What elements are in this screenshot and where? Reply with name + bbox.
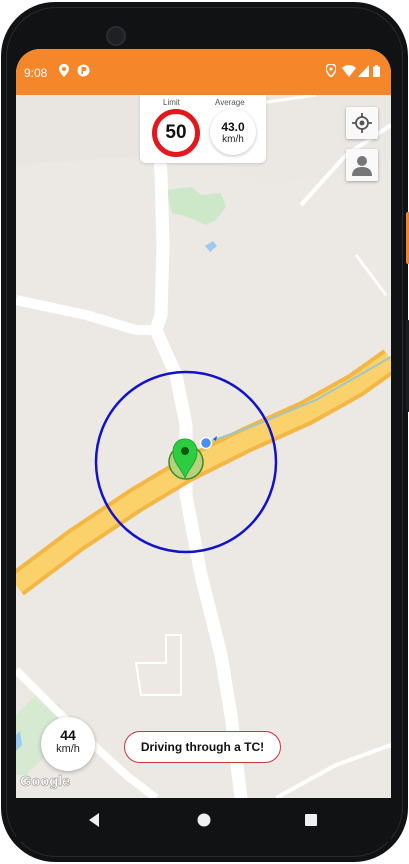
average-speed-badge: 43.0 km/h: [210, 109, 256, 155]
speed-limit-sign: 50: [152, 109, 200, 157]
person-icon: [352, 156, 372, 176]
front-camera: [106, 26, 126, 46]
app-screen: 9:08 Limit 50 Average 43.0 km/h 44 km/h …: [16, 49, 391, 798]
current-speed-badge: 44 km/h: [41, 717, 95, 771]
google-logo: Google: [20, 773, 71, 791]
average-label: Average: [215, 98, 245, 107]
current-speed-value: 44: [60, 727, 76, 743]
app-p-icon: [77, 64, 90, 82]
alert-toast: Driving through a TC!: [124, 731, 281, 763]
my-location-button[interactable]: [346, 107, 378, 139]
location-icon: [325, 63, 337, 82]
current-speed-unit: km/h: [56, 743, 80, 755]
average-speed-value: 43.0: [221, 120, 245, 134]
location-pin-icon: [59, 64, 69, 82]
crosshair-icon: [352, 113, 372, 133]
status-bar: 9:08: [16, 49, 391, 95]
signal-icon: [358, 64, 369, 82]
back-icon[interactable]: [87, 812, 101, 833]
recents-icon[interactable]: [303, 812, 319, 833]
battery-icon: [373, 64, 380, 82]
map-view[interactable]: [16, 95, 391, 798]
wifi-icon: [342, 64, 356, 82]
status-time: 9:08: [24, 66, 48, 80]
limit-label: Limit: [163, 98, 180, 107]
speed-limit-value: 50: [165, 122, 187, 143]
home-icon[interactable]: [196, 812, 212, 833]
map-block: [16, 95, 156, 165]
navigation-bar: [16, 798, 391, 842]
speed-info-card: Limit 50 Average 43.0 km/h: [140, 95, 266, 163]
profile-button[interactable]: [346, 149, 378, 181]
average-speed-unit: km/h: [222, 134, 244, 145]
